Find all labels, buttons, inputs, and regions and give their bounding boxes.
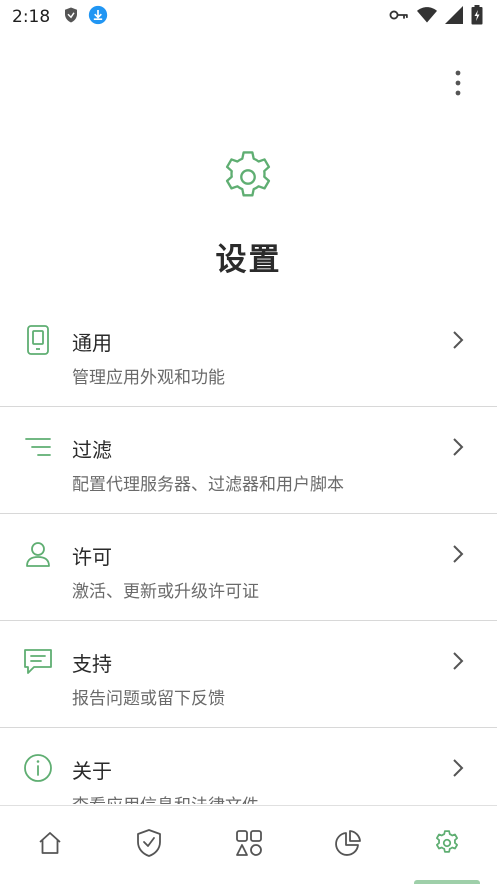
nav-selected-indicator xyxy=(414,880,481,884)
chevron-right-icon xyxy=(448,756,468,780)
chevron-right-icon xyxy=(448,649,468,673)
status-bar: 2:18 xyxy=(0,0,497,34)
nav-tab-protection[interactable] xyxy=(99,806,198,884)
nav-tab-settings[interactable] xyxy=(398,806,497,884)
shield-check-icon xyxy=(135,828,163,862)
battery-icon xyxy=(471,4,483,30)
apps-icon xyxy=(234,828,264,862)
user-icon xyxy=(23,539,53,569)
signal-icon xyxy=(445,5,463,29)
settings-item-subtitle: 管理应用外观和功能 xyxy=(72,368,225,388)
settings-item-title: 通用 xyxy=(72,331,112,355)
status-time: 2:18 xyxy=(12,7,51,27)
nav-tab-home[interactable] xyxy=(0,806,99,884)
status-right xyxy=(389,4,483,30)
shield-icon xyxy=(62,6,80,29)
phone-icon xyxy=(23,325,53,355)
info-icon xyxy=(23,753,53,783)
wifi-icon xyxy=(417,6,437,29)
status-left: 2:18 xyxy=(12,5,108,30)
pie-chart-icon xyxy=(334,829,362,861)
settings-item-subtitle: 查看应用信息和法律文件 xyxy=(72,791,259,804)
more-vertical-icon[interactable] xyxy=(443,66,473,100)
settings-item-title: 关于 xyxy=(72,759,112,783)
page-title: 设置 xyxy=(215,242,282,278)
settings-item-filtering[interactable]: 过滤 配置代理服务器、过滤器和用户脚本 xyxy=(0,407,497,514)
settings-item-title: 支持 xyxy=(72,652,112,676)
chevron-right-icon xyxy=(448,542,468,566)
settings-item-subtitle: 报告问题或留下反馈 xyxy=(72,689,225,709)
bottom-nav xyxy=(0,805,497,884)
home-icon xyxy=(37,830,63,860)
chevron-right-icon xyxy=(448,328,468,352)
settings-item-subtitle: 配置代理服务器、过滤器和用户脚本 xyxy=(72,475,344,495)
settings-item-title: 过滤 xyxy=(72,438,112,462)
download-icon xyxy=(88,5,108,30)
chat-icon xyxy=(23,646,53,676)
settings-item-title: 许可 xyxy=(72,545,112,569)
settings-item-subtitle: 激活、更新或升级许可证 xyxy=(72,582,259,602)
gear-icon xyxy=(432,828,462,862)
gear-icon xyxy=(217,146,279,208)
vpn-key-icon xyxy=(389,7,409,27)
settings-item-general[interactable]: 通用 管理应用外观和功能 xyxy=(0,300,497,407)
filter-icon xyxy=(23,432,53,462)
settings-item-support[interactable]: 支持 报告问题或留下反馈 xyxy=(0,621,497,728)
settings-item-about[interactable]: 关于 查看应用信息和法律文件 xyxy=(0,728,497,804)
chevron-right-icon xyxy=(448,435,468,459)
settings-item-license[interactable]: 许可 激活、更新或升级许可证 xyxy=(0,514,497,621)
nav-tab-statistics[interactable] xyxy=(298,806,397,884)
nav-tab-apps[interactable] xyxy=(199,806,298,884)
settings-list: 通用 管理应用外观和功能 过滤 配置代理服务器、过滤器和用户脚本 许可 激活、更… xyxy=(0,300,497,804)
